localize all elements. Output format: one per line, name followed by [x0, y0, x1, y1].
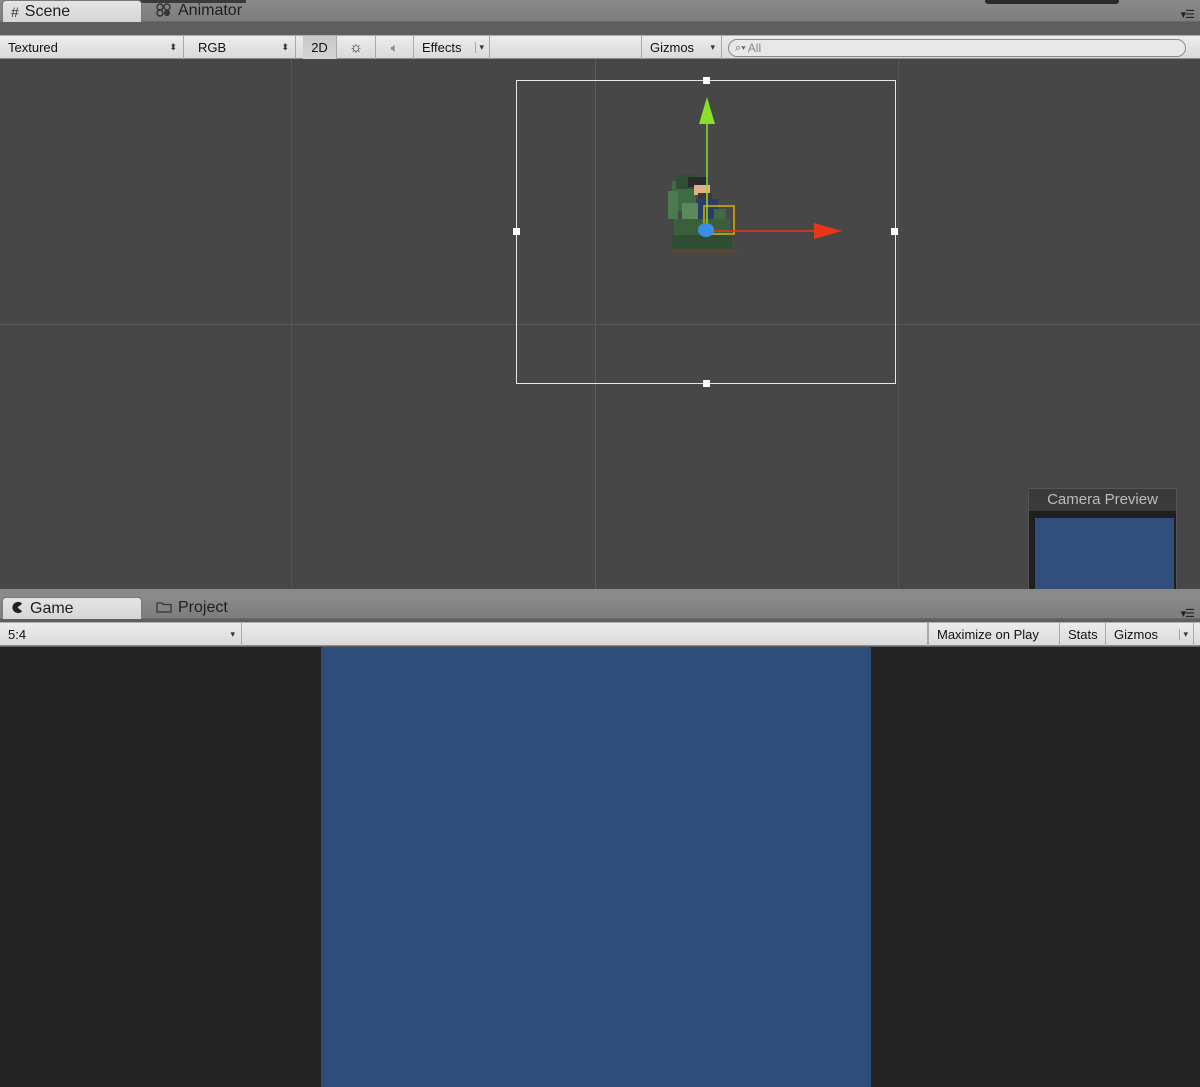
dropdown-arrow-icon: ▾: [230, 629, 235, 639]
pivot-handle-icon[interactable]: [698, 223, 714, 237]
animator-icon: [156, 2, 172, 20]
tab-scene[interactable]: # Scene: [2, 0, 142, 22]
maximize-label: Maximize on Play: [937, 627, 1039, 642]
top-strip-right: [985, 0, 1119, 4]
tab-game-label: Game: [30, 599, 74, 617]
render-mode-label: Textured: [8, 40, 58, 55]
gizmos-label: Gizmos: [650, 40, 695, 55]
render-mode-dropdown[interactable]: Textured ⬍: [0, 36, 184, 59]
scene-gizmos-dropdown[interactable]: Gizmos ▾: [642, 36, 722, 59]
rect-handle-bottom[interactable]: [703, 380, 710, 387]
stats-label: Stats: [1068, 627, 1098, 642]
tab-project[interactable]: Project: [148, 597, 288, 619]
game-camera-view: [321, 647, 871, 1087]
tab-scene-label: Scene: [24, 2, 71, 20]
y-axis-arrow-icon[interactable]: [699, 97, 715, 124]
sun-icon: ☼: [349, 39, 363, 56]
scene-search-input[interactable]: ⌕▾ All: [728, 39, 1186, 57]
rect-handle-right[interactable]: [891, 228, 898, 235]
rect-handle-top[interactable]: [703, 77, 710, 84]
pacman-icon: [11, 601, 24, 617]
dropdown-arrow-icon: ▾: [1179, 629, 1188, 640]
search-placeholder: All: [747, 41, 762, 55]
panel-divider[interactable]: [0, 589, 1200, 597]
game-view[interactable]: [0, 647, 1200, 1087]
camera-preview-title: Camera Preview: [1029, 489, 1176, 511]
audio-toggle-button[interactable]: 🔈︎: [376, 36, 414, 59]
tab-project-label: Project: [178, 599, 228, 616]
maximize-on-play-toggle[interactable]: Maximize on Play: [928, 623, 1060, 646]
game-toolbar: 5:4 ▾ Maximize on Play Stats Gizmos ▾: [0, 622, 1200, 646]
updown-icon: ⬍: [281, 42, 289, 52]
tab-animator-label: Animator: [178, 2, 243, 19]
camera-preview-view: [1035, 518, 1174, 589]
color-mode-label: RGB: [198, 40, 227, 55]
stats-toggle[interactable]: Stats: [1060, 623, 1106, 646]
aspect-dropdown[interactable]: 5:4 ▾: [0, 623, 242, 646]
game-gizmos-dropdown[interactable]: Gizmos ▾: [1106, 623, 1194, 646]
updown-icon: ⬍: [169, 42, 177, 52]
toolbar-spacer: [242, 623, 928, 646]
2d-toggle-button[interactable]: 2D: [303, 36, 337, 59]
speaker-icon: 🔈︎: [390, 39, 399, 55]
2d-label: 2D: [311, 40, 328, 55]
game-tabbar: Game Project ▾☰: [0, 597, 1200, 620]
scene-toolbar: Textured ⬍ RGB ⬍ 2D ☼ 🔈︎ Effects ▾ Gizmo…: [0, 35, 1200, 59]
panel-menu-icon[interactable]: ▾☰: [1181, 607, 1195, 620]
move-gizmo[interactable]: [690, 94, 850, 244]
x-axis-arrow-icon[interactable]: [814, 223, 842, 239]
dropdown-arrow-icon: ▾: [475, 42, 484, 53]
gizmos-label: Gizmos: [1114, 627, 1159, 642]
tab-animator[interactable]: Animator: [148, 0, 288, 22]
grid-icon: #: [11, 3, 19, 20]
color-mode-dropdown[interactable]: RGB ⬍: [190, 36, 296, 59]
lighting-toggle-button[interactable]: ☼: [337, 36, 376, 59]
folder-icon: [156, 600, 172, 616]
rect-handle-left[interactable]: [513, 228, 520, 235]
tab-game[interactable]: Game: [2, 597, 142, 619]
panel-menu-icon[interactable]: ▾☰: [1181, 8, 1195, 21]
scene-tabbar: # Scene Animator ▾☰: [0, 0, 1200, 22]
camera-preview: Camera Preview: [1028, 488, 1177, 589]
toolbar-spacer: [490, 36, 642, 59]
effects-label: Effects: [422, 40, 462, 55]
search-icon: ⌕▾: [735, 41, 746, 54]
effects-dropdown[interactable]: Effects ▾: [414, 36, 490, 59]
scene-view[interactable]: Camera Preview: [0, 59, 1200, 589]
aspect-label: 5:4: [8, 627, 27, 642]
dropdown-arrow-icon: ▾: [710, 42, 715, 52]
